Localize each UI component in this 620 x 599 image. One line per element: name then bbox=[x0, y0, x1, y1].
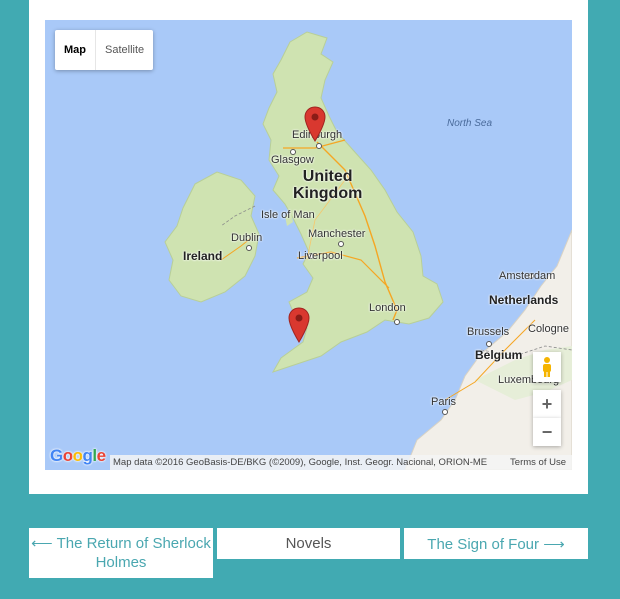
map-label-london: London bbox=[369, 302, 406, 314]
map-label-brussels: Brussels bbox=[467, 326, 510, 338]
map-label-paris: Paris bbox=[431, 396, 457, 408]
google-logo: Google bbox=[50, 446, 106, 465]
terms-of-use-link[interactable]: Terms of Use bbox=[510, 457, 566, 468]
map-label-cologne: Cologne bbox=[528, 323, 569, 335]
google-map[interactable]: Map Satellite North Sea Edinburgh Glasgo… bbox=[45, 20, 572, 470]
map-base-layer bbox=[164, 31, 572, 470]
map-label-netherlands: Netherlands bbox=[489, 293, 559, 307]
city-dot bbox=[246, 245, 252, 251]
city-dot bbox=[486, 341, 492, 347]
map-label-glasgow: Glasgow bbox=[271, 154, 314, 166]
map-marker-wales[interactable] bbox=[288, 307, 310, 343]
map-attribution: Map data ©2016 GeoBasis-DE/BKG (©2009), … bbox=[110, 455, 572, 470]
map-label-manchester: Manchester bbox=[308, 228, 366, 240]
previous-post-link[interactable]: ⟵ The Return of Sherlock Holmes bbox=[29, 528, 213, 578]
map-view-button[interactable]: Map bbox=[55, 30, 96, 70]
map-marker-edinburgh[interactable] bbox=[304, 106, 326, 142]
category-link-novels[interactable]: Novels bbox=[217, 528, 400, 559]
map-label-united-kingdom: United Kingdom bbox=[293, 168, 363, 202]
map-label-liverpool: Liverpool bbox=[298, 250, 343, 262]
city-dot bbox=[338, 241, 344, 247]
satellite-view-button[interactable]: Satellite bbox=[96, 30, 153, 70]
map-label-amsterdam: Amsterdam bbox=[499, 270, 556, 282]
zoom-out-button[interactable]: − bbox=[533, 418, 561, 446]
map-label-isle-of-man: Isle of Man bbox=[261, 209, 315, 221]
map-label-belgium: Belgium bbox=[475, 348, 523, 362]
city-dot bbox=[442, 409, 448, 415]
zoom-in-button[interactable]: + bbox=[533, 390, 561, 418]
attribution-text: Map data ©2016 GeoBasis-DE/BKG (©2009), … bbox=[113, 457, 488, 468]
map-label-ireland: Ireland bbox=[183, 249, 223, 263]
map-label-dublin: Dublin bbox=[231, 232, 263, 244]
next-post-link[interactable]: The Sign of Four ⟶ bbox=[404, 528, 588, 559]
map-label-north-sea: North Sea bbox=[447, 118, 493, 129]
map-type-control: Map Satellite bbox=[55, 30, 154, 70]
city-dot bbox=[316, 143, 322, 149]
street-view-pegman-icon[interactable] bbox=[533, 352, 561, 382]
city-dot bbox=[394, 319, 400, 325]
